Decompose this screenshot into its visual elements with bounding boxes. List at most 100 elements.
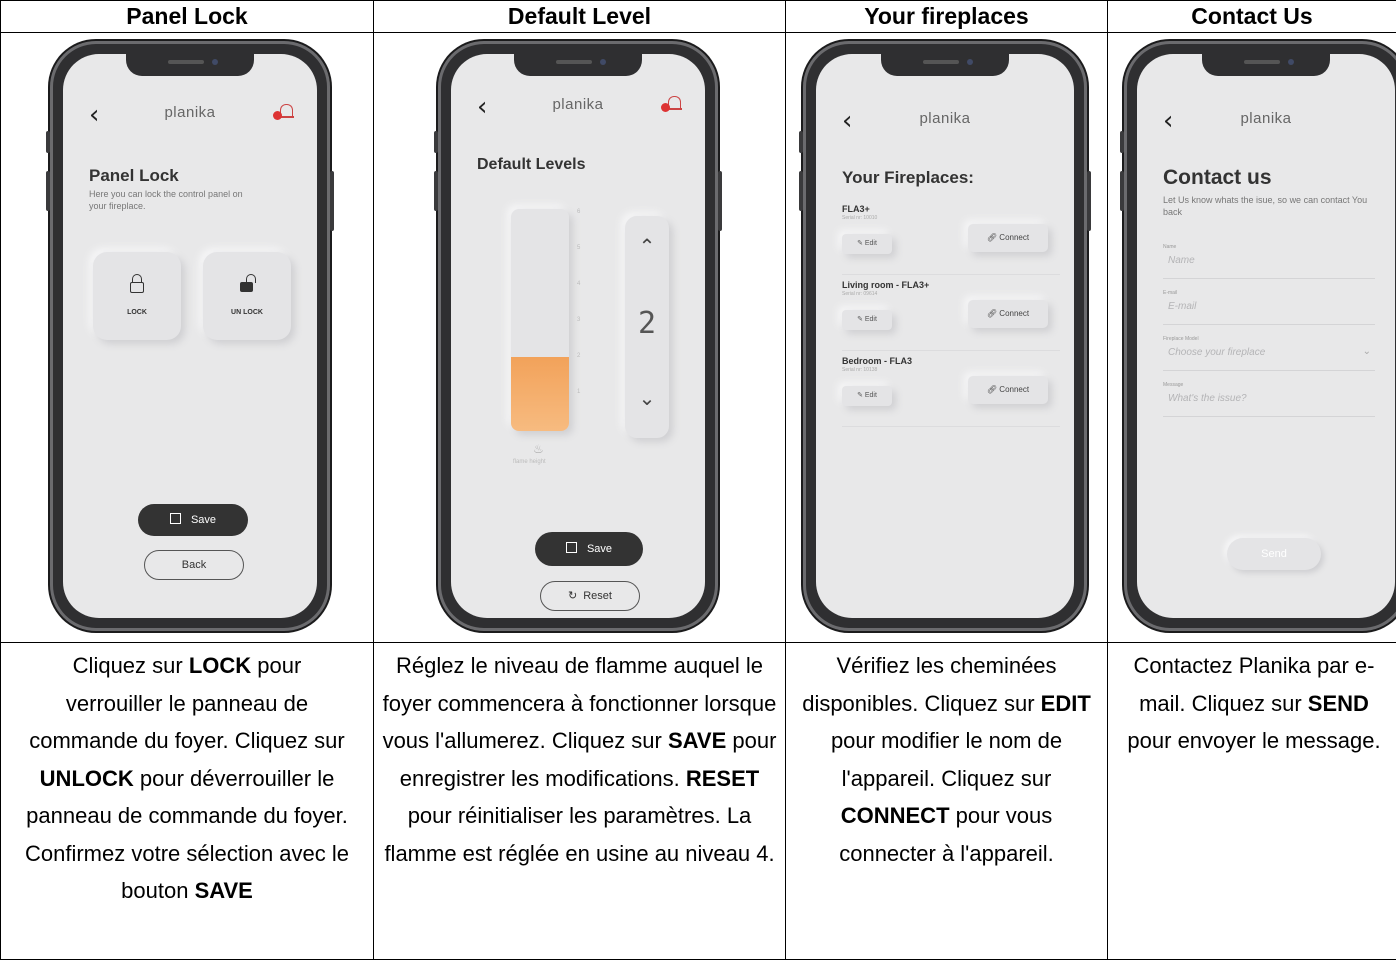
- contact-description: Contactez Planika par e-mail. Cliquez su…: [1108, 643, 1396, 960]
- desc-bold: CONNECT: [841, 803, 950, 828]
- edit-icon: ✎: [857, 316, 865, 323]
- flame-icon: ♨: [533, 442, 544, 456]
- header-row: Panel Lock Default Level Your fireplaces…: [1, 1, 1396, 33]
- lock-button[interactable]: LOCK: [93, 252, 181, 340]
- brand-logo: planika: [1137, 110, 1395, 127]
- desc-text: Cliquez sur: [73, 653, 189, 678]
- field-placeholder: Name: [1163, 255, 1375, 266]
- level-display: 2: [625, 306, 669, 341]
- panel-lock-description: Cliquez sur LOCK pour verrouiller le pan…: [1, 643, 374, 960]
- desc-bold: SEND: [1308, 691, 1369, 716]
- field-label: E-mail: [1163, 290, 1375, 296]
- phone-screen: ‹ planika Your Fireplaces: FLA3+ Serial …: [816, 54, 1074, 618]
- phone-frame: ‹ planika Default Levels 654321 ♨ flame …: [438, 41, 718, 631]
- desc-text: pour modifier le nom de l'appareil. Cliq…: [831, 728, 1062, 791]
- send-button[interactable]: Send: [1227, 538, 1321, 570]
- phone-screen: ‹ planika Panel Lock Here you can lock t…: [63, 54, 317, 618]
- edit-button[interactable]: ✎ Edit: [842, 386, 892, 406]
- lock-label: LOCK: [93, 309, 181, 316]
- header-default-level: Default Level: [374, 1, 786, 33]
- field-label: Name: [1163, 244, 1375, 250]
- connect-label: Connect: [999, 309, 1029, 318]
- default-level-description: Réglez le niveau de flamme auquel le foy…: [374, 643, 786, 960]
- page-subtitle: Here you can lock the control panel on y…: [89, 188, 249, 212]
- level-tick: 6: [577, 209, 580, 215]
- connect-button[interactable]: 🔗︎ Connect: [968, 300, 1048, 328]
- field-placeholder: What's the issue?: [1163, 393, 1375, 404]
- save-label: Save: [191, 514, 216, 526]
- phone-frame: ‹ planika Your Fireplaces: FLA3+ Serial …: [803, 41, 1087, 631]
- edit-button[interactable]: ✎ Edit: [842, 310, 892, 330]
- desc-text: Vérifiez les cheminées disponibles. Cliq…: [802, 653, 1056, 716]
- fireplace-name: Living room - FLA3+: [842, 280, 1060, 290]
- fireplace-item: FLA3+ Serial nr: 10010 ✎ Edit 🔗︎ Connect: [842, 204, 1060, 275]
- level-tick: 4: [577, 281, 580, 287]
- connect-label: Connect: [999, 233, 1029, 242]
- field-label: Message: [1163, 382, 1375, 388]
- save-button[interactable]: Save: [535, 532, 643, 566]
- field-label: Fireplace Model: [1163, 336, 1375, 342]
- reset-icon: ↻: [568, 590, 577, 602]
- panel-lock-cell: ‹ planika Panel Lock Here you can lock t…: [1, 33, 374, 643]
- level-tick: 2: [577, 353, 580, 359]
- lock-icon: [130, 274, 144, 292]
- link-icon: 🔗︎: [987, 233, 999, 242]
- edit-label: Edit: [865, 240, 877, 247]
- desc-bold: LOCK: [189, 653, 251, 678]
- level-ticks: 654321: [577, 209, 589, 431]
- form-field[interactable]: Name Name: [1163, 244, 1375, 279]
- flame-level-fill: [511, 357, 569, 431]
- save-button[interactable]: Save: [138, 504, 248, 536]
- phone-frame: ‹ planika Panel Lock Here you can lock t…: [50, 41, 330, 631]
- unlock-button[interactable]: UN LOCK: [203, 252, 291, 340]
- fireplace-item: Bedroom - FLA3 Serial nr: 10138 ✎ Edit 🔗…: [842, 356, 1060, 427]
- desc-bold: SAVE: [668, 728, 726, 753]
- save-label: Save: [587, 543, 612, 555]
- connect-button[interactable]: 🔗︎ Connect: [968, 224, 1048, 252]
- page-title: Your Fireplaces:: [842, 168, 974, 188]
- fireplace-name: Bedroom - FLA3: [842, 356, 1060, 366]
- back-button[interactable]: Back: [144, 550, 244, 580]
- field-placeholder: E-mail: [1163, 301, 1375, 312]
- level-down-button[interactable]: ⌄: [625, 386, 669, 416]
- reset-button[interactable]: ↻ Reset: [540, 581, 640, 611]
- desc-bold: SAVE: [195, 878, 253, 903]
- edit-icon: ✎: [857, 392, 865, 399]
- page-title: Default Levels: [477, 156, 585, 174]
- save-icon: [170, 513, 181, 524]
- edit-icon: ✎: [857, 240, 865, 247]
- flame-level-bar[interactable]: [511, 209, 569, 431]
- description-row: Cliquez sur LOCK pour verrouiller le pan…: [1, 643, 1396, 960]
- edit-button[interactable]: ✎ Edit: [842, 234, 892, 254]
- form-field[interactable]: Fireplace Model Choose your fireplace⌄: [1163, 336, 1375, 371]
- phone-screen: ‹ planika Contact us Let Us know whats t…: [1137, 54, 1395, 618]
- desc-bold: EDIT: [1041, 691, 1091, 716]
- fireplace-name: FLA3+: [842, 204, 1060, 214]
- flame-caption: flame height: [513, 459, 546, 465]
- field-placeholder: Choose your fireplace: [1163, 347, 1375, 358]
- level-stepper: ⌃ 2 ⌄: [625, 216, 669, 438]
- link-icon: 🔗︎: [987, 309, 999, 318]
- level-tick: 5: [577, 245, 580, 251]
- desc-text: pour réinitialiser les paramètres. La fl…: [384, 803, 774, 866]
- fireplace-item: Living room - FLA3+ Serial nr: 09614 ✎ E…: [842, 280, 1060, 351]
- page-title: Contact us: [1163, 166, 1272, 190]
- level-tick: 3: [577, 317, 580, 323]
- desc-bold: RESET: [686, 766, 759, 791]
- bell-icon[interactable]: [277, 104, 293, 122]
- brand-logo: planika: [816, 110, 1074, 127]
- link-icon: 🔗︎: [987, 385, 999, 394]
- form-field[interactable]: E-mail E-mail: [1163, 290, 1375, 325]
- reset-label: Reset: [583, 590, 612, 602]
- form-field[interactable]: Message What's the issue?: [1163, 382, 1375, 417]
- level-up-button[interactable]: ⌃: [625, 234, 669, 264]
- save-icon: [566, 542, 577, 553]
- phone-frame: ‹ planika Contact us Let Us know whats t…: [1124, 41, 1396, 631]
- unlock-label: UN LOCK: [203, 309, 291, 316]
- instruction-table: Panel Lock Default Level Your fireplaces…: [0, 0, 1396, 960]
- bell-icon[interactable]: [665, 96, 681, 114]
- connect-button[interactable]: 🔗︎ Connect: [968, 376, 1048, 404]
- fireplace-serial: Serial nr: 10010: [842, 215, 1060, 221]
- desc-text: pour envoyer le message.: [1127, 728, 1380, 753]
- header-contact-us: Contact Us: [1108, 1, 1396, 33]
